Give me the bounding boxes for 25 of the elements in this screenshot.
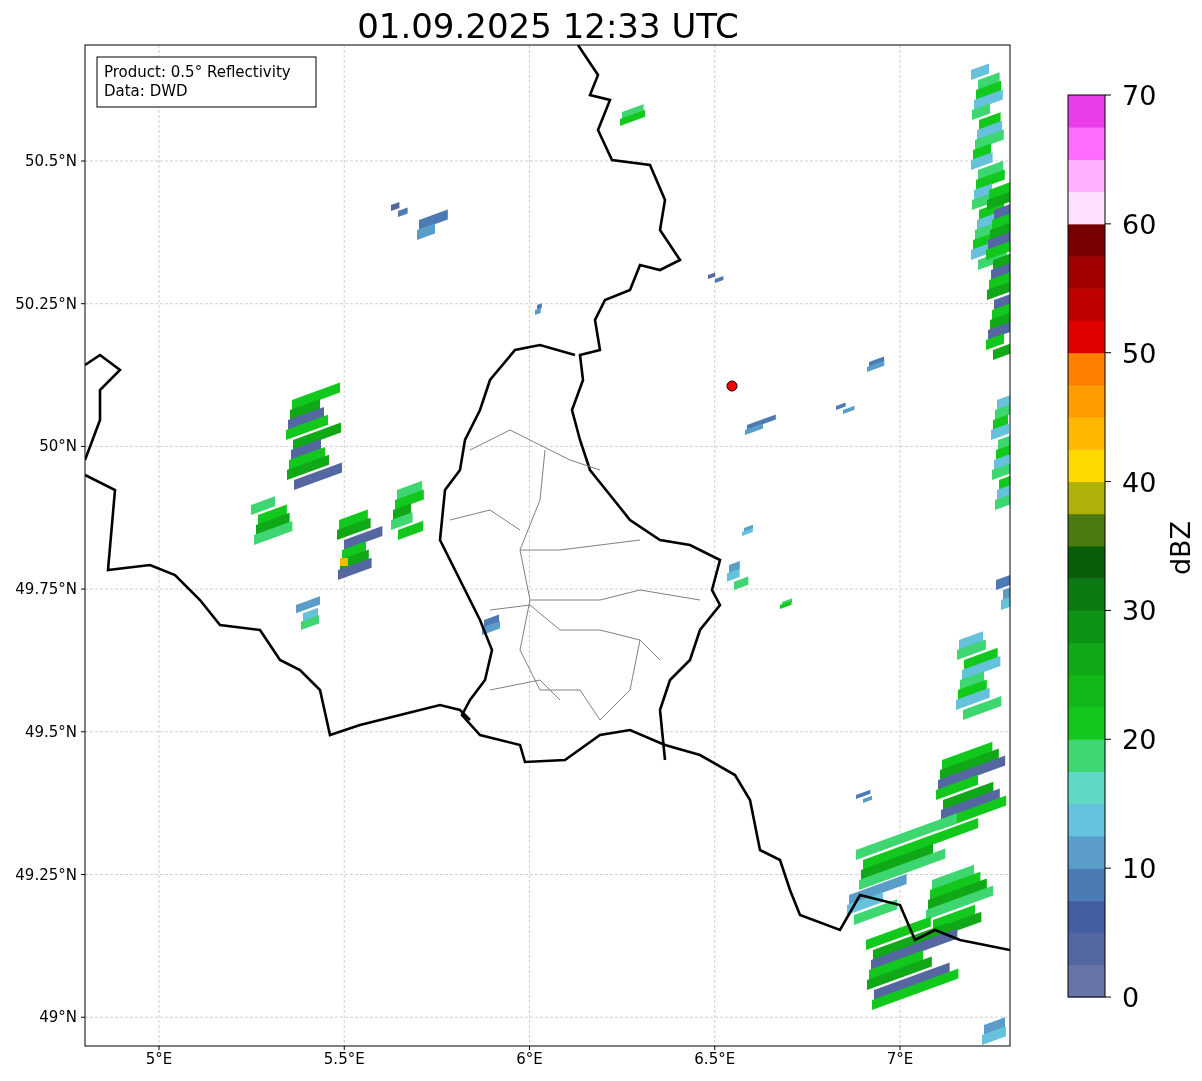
longitude-label: 6°E xyxy=(516,1050,543,1068)
location-marker xyxy=(726,380,738,392)
latitude-label: 49°N xyxy=(39,1008,77,1027)
colorbar-tick-label: 10 xyxy=(1122,853,1157,885)
longitude-label: 5°E xyxy=(145,1050,173,1068)
colorbar-label: dBZ xyxy=(1165,520,1196,576)
latitude-label: 50°N xyxy=(39,437,77,456)
longitude-label: 6.5°E xyxy=(694,1050,736,1068)
colorbar-tick-label: 20 xyxy=(1122,724,1157,756)
latitude-label: 50.25°N xyxy=(15,294,77,313)
colorbar-tick-label: 70 xyxy=(1122,80,1157,111)
colorbar-tick-label: 30 xyxy=(1122,595,1157,627)
colorbar-tick-label: 40 xyxy=(1122,466,1157,498)
longitude-label: 5.5°E xyxy=(323,1050,365,1068)
latitude-label: 49.75°N xyxy=(15,580,77,599)
figure-title: 01.09.2025 12:33 UTC xyxy=(357,6,739,46)
latitude-label: 49.5°N xyxy=(24,722,77,741)
latitude-label: 49.25°N xyxy=(15,865,77,884)
info-text: Product: 0.5° Reflectivity xyxy=(104,63,291,81)
colorbar-tick-label: 50 xyxy=(1122,337,1157,369)
latitude-label: 50.5°N xyxy=(24,152,77,170)
colorbar-tick-label: 60 xyxy=(1122,208,1157,240)
info-text: Data: DWD xyxy=(104,82,188,100)
longitude-label: 7°E xyxy=(886,1050,914,1068)
colorbar-tick-label: 0 xyxy=(1122,982,1140,1013)
